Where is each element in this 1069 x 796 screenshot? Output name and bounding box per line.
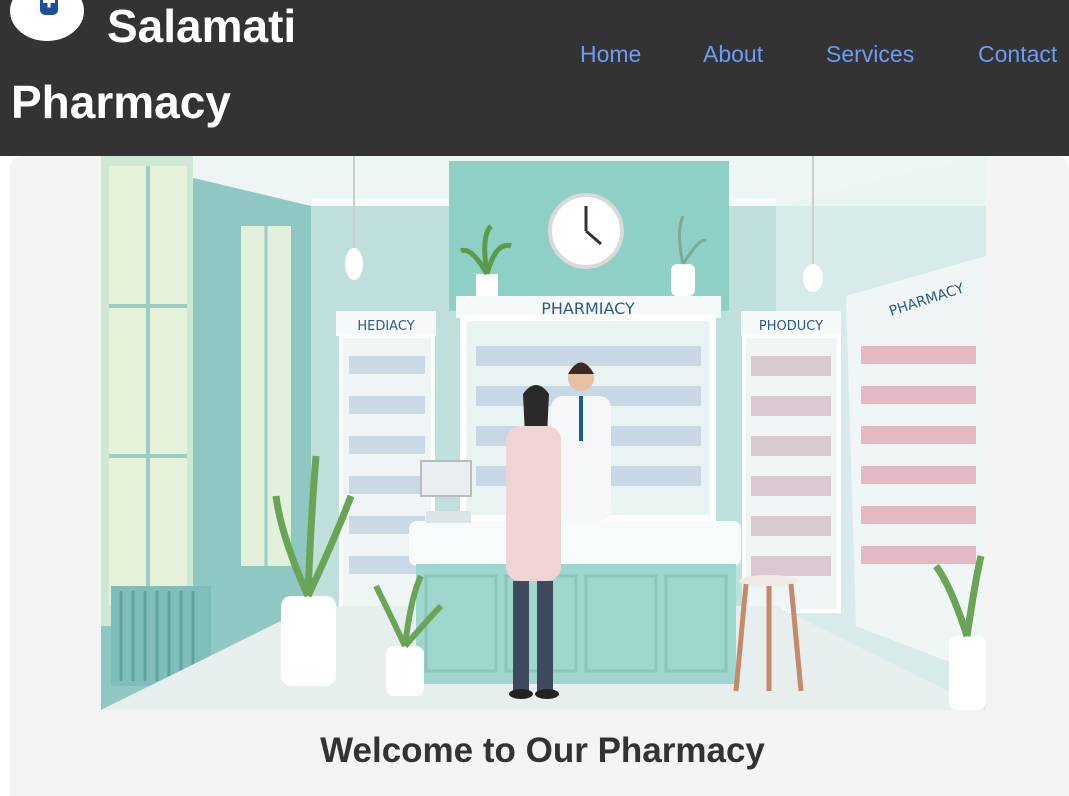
welcome-heading: Welcome to Our Pharmacy bbox=[320, 731, 765, 770]
brand-name-line2: Pharmacy bbox=[11, 76, 231, 128]
pharmacy-logo-icon[interactable] bbox=[10, 0, 84, 41]
hero-sign-left: HEDIACY bbox=[357, 319, 414, 334]
nav-link-services[interactable]: Services bbox=[826, 40, 914, 68]
main-content: PHARMIACY HEDIACY PHODUCY PHARMACY Welco… bbox=[10, 156, 1069, 796]
pharmacy-hero-image: PHARMIACY HEDIACY PHODUCY PHARMACY bbox=[101, 156, 986, 710]
brand-name-line1: Salamati bbox=[107, 0, 297, 52]
nav-link-contact[interactable]: Contact bbox=[978, 40, 1057, 68]
site-header: Salamati Pharmacy Home About Services Co… bbox=[0, 0, 1069, 156]
hero-sign-right: PHODUCY bbox=[759, 319, 823, 334]
nav-link-about[interactable]: About bbox=[703, 40, 763, 68]
logo-graphic bbox=[17, 0, 77, 41]
nav-link-home[interactable]: Home bbox=[580, 40, 641, 68]
